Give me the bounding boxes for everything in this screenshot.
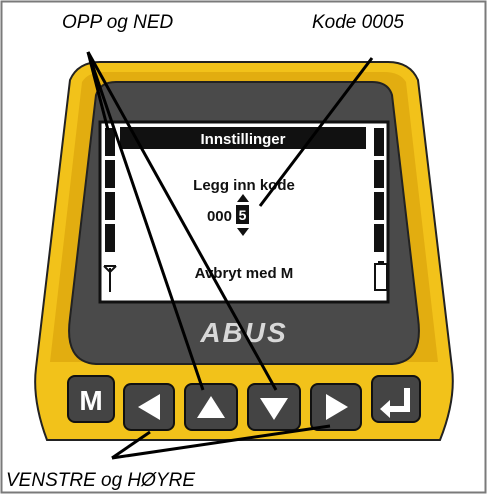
battery-icon [374, 261, 388, 291]
left-button[interactable] [123, 383, 175, 431]
abus-keypad-diagram: ABUS Innstillinger Legg inn kode 000 5 A… [0, 0, 487, 494]
menu-button[interactable]: M [67, 375, 115, 423]
enter-button[interactable] [371, 375, 421, 423]
lcd-title: Innstillinger [200, 131, 285, 148]
callout-left-right: VENSTRE og HØYRE [6, 470, 195, 491]
callout-code: Kode 0005 [312, 12, 404, 33]
up-button[interactable] [184, 383, 238, 431]
down-button[interactable] [247, 383, 301, 431]
callout-up-down: OPP og NED [62, 12, 174, 33]
code-prefix: 000 [207, 208, 232, 225]
code-digit: 5 [239, 207, 247, 223]
menu-button-label: M [79, 385, 102, 416]
right-button[interactable] [310, 383, 362, 431]
